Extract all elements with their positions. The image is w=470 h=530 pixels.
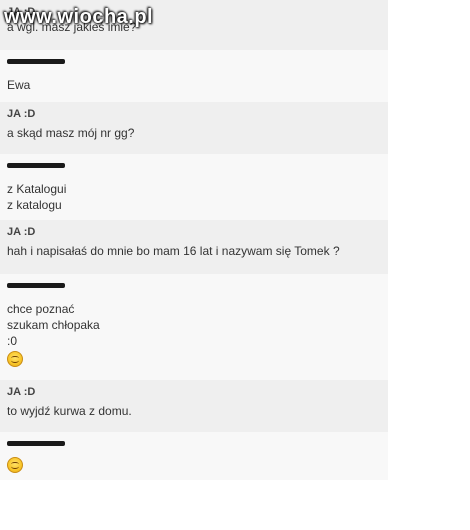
message: chce poznać szukam chłopaka :0 [0,274,388,380]
sender-name-censored [7,55,381,73]
chat-log: JA :D a wgl. masz jakieś imie? Ewa JA :D… [0,0,388,480]
message-text: a skąd masz mój nr gg? [7,126,135,140]
message: JA :D a skąd masz mój nr gg? [0,102,388,154]
message [0,432,388,480]
message-text: z Katalogui [7,182,67,196]
message-text: hah i napisałaś do mnie bo mam 16 lat i … [7,244,340,258]
message: JA :D to wyjdź kurwa z domu. [0,380,388,432]
sender-name: JA :D [7,386,36,398]
message-text: z katalogu [7,198,62,212]
sender-name: JA :D [7,108,36,120]
sender-name-censored [7,159,381,177]
sender-name-censored [7,437,381,455]
message-text: chce poznać [7,302,75,316]
smile-emoticon-icon [7,351,23,367]
smile-emoticon-icon [7,457,23,473]
site-watermark: www.wiocha.pl [4,6,154,28]
message: Ewa [0,50,388,102]
message-text: szukam chłopaka [7,318,100,332]
message: z Katalogui z katalogu [0,154,388,220]
sender-name-censored [7,279,381,297]
message-text: Ewa [7,78,31,92]
sender-name: JA :D [7,226,36,238]
message-text: to wyjdź kurwa z domu. [7,404,132,418]
message-text: :0 [7,334,18,348]
message: JA :D hah i napisałaś do mnie bo mam 16 … [0,220,388,274]
